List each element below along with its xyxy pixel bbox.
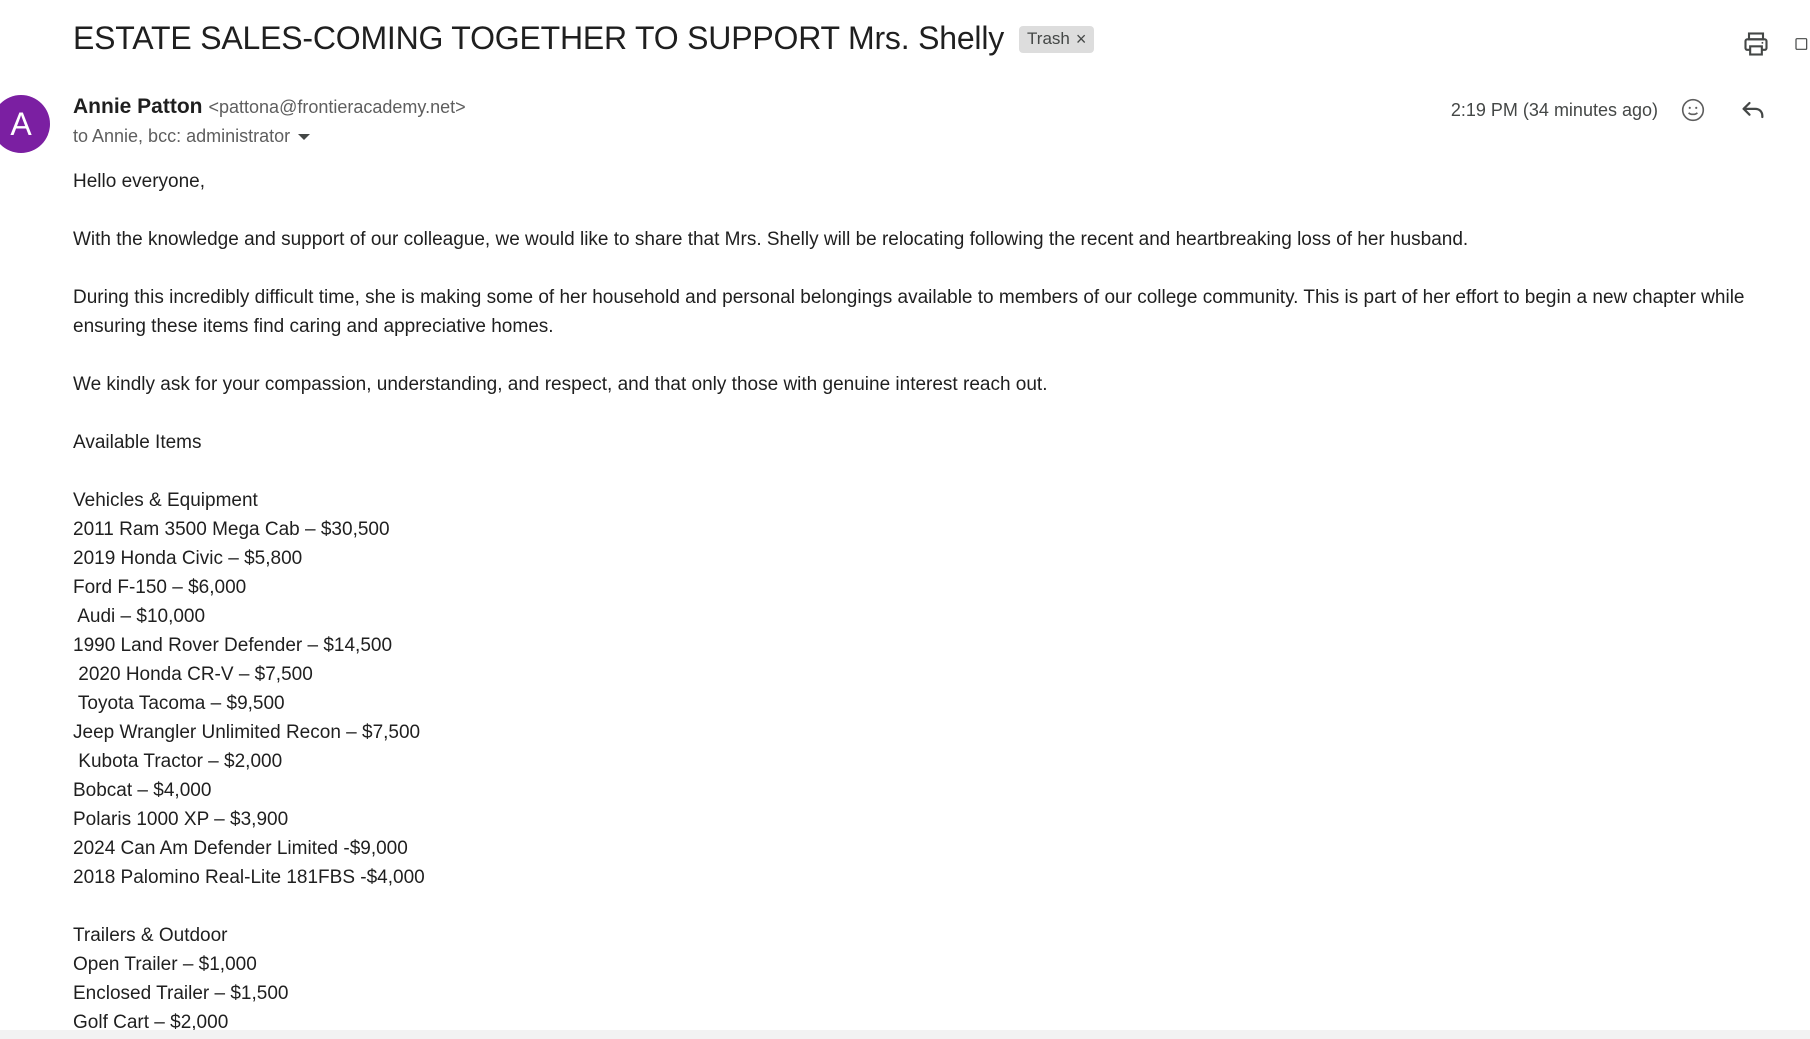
paragraph-belongings: During this incredibly difficult time, s… — [73, 287, 1745, 337]
recipients-line: to Annie, bcc: administrator — [73, 126, 311, 147]
sender-line: Annie Patton <pattona@frontieracademy.ne… — [73, 95, 466, 119]
section-title: Trailers & Outdoor — [73, 925, 228, 946]
sender-name[interactable]: Annie Patton — [73, 95, 203, 119]
list-item: Enclosed Trailer – $1,500 — [73, 983, 289, 1004]
timestamp: 2:19 PM (34 minutes ago) — [1450, 99, 1658, 120]
section-vehicles-equipment: Vehicles & Equipment 2011 Ram 3500 Mega … — [73, 486, 1798, 892]
paragraph-relocation: With the knowledge and support of our co… — [73, 229, 1469, 250]
list-item: Kubota Tractor – $2,000 — [73, 751, 283, 772]
section-trailers-outdoor: Trailers & Outdoor Open Trailer – $1,000… — [73, 921, 1798, 1037]
email-body: Hello everyone, With the knowledge and s… — [73, 167, 1798, 1039]
sender-email: <pattona@frontieracademy.net> — [208, 97, 466, 117]
sender-avatar[interactable]: A — [0, 95, 50, 153]
emoji-reaction-icon[interactable] — [1676, 93, 1710, 127]
paragraph-request: We kindly ask for your compassion, under… — [73, 374, 1048, 395]
message-meta: 2:19 PM (34 minutes ago) — [1451, 93, 1770, 127]
email-view: ESTATE SALES-COMING TOGETHER TO SUPPORT … — [0, 0, 1810, 1039]
list-item: 2020 Honda CR-V – $7,500 — [73, 664, 313, 685]
section-title: Vehicles & Equipment — [73, 490, 258, 511]
chevron-down-icon[interactable] — [298, 133, 311, 140]
list-item: 1990 Land Rover Defender – $14,500 — [73, 635, 393, 656]
top-actions — [1738, 26, 1810, 62]
label-chip-text: Trash — [1027, 29, 1070, 48]
recipients-text: to Annie, bcc: administrator — [73, 126, 291, 146]
bottom-edge — [0, 1030, 1810, 1039]
subject-row: ESTATE SALES-COMING TOGETHER TO SUPPORT … — [73, 20, 1095, 57]
label-chip-trash[interactable]: Trash × — [1019, 26, 1095, 53]
list-item: Jeep Wrangler Unlimited Recon – $7,500 — [73, 722, 421, 743]
list-item: Bobcat – $4,000 — [73, 780, 212, 801]
remove-label-button[interactable]: × — [1076, 30, 1087, 48]
list-item: Polaris 1000 XP – $3,900 — [73, 809, 289, 830]
list-item: 2019 Honda Civic – $5,800 — [73, 548, 303, 569]
print-icon[interactable] — [1738, 26, 1774, 62]
list-item: Audi – $10,000 — [73, 606, 206, 627]
list-item: 2018 Palomino Real-Lite 181FBS -$4,000 — [73, 867, 425, 888]
list-item: 2024 Can Am Defender Limited -$9,000 — [73, 838, 408, 859]
reply-icon[interactable] — [1736, 93, 1770, 127]
list-item: Open Trailer – $1,000 — [73, 954, 257, 975]
list-item: Ford F-150 – $6,000 — [73, 577, 247, 598]
available-items-heading: Available Items — [73, 432, 202, 453]
email-subject: ESTATE SALES-COMING TOGETHER TO SUPPORT … — [73, 20, 1005, 56]
list-item: 2011 Ram 3500 Mega Cab – $30,500 — [73, 519, 390, 540]
greeting: Hello everyone, — [73, 171, 206, 192]
list-item: Toyota Tacoma – $9,500 — [73, 693, 285, 714]
open-in-new-window-icon[interactable] — [1794, 26, 1810, 62]
